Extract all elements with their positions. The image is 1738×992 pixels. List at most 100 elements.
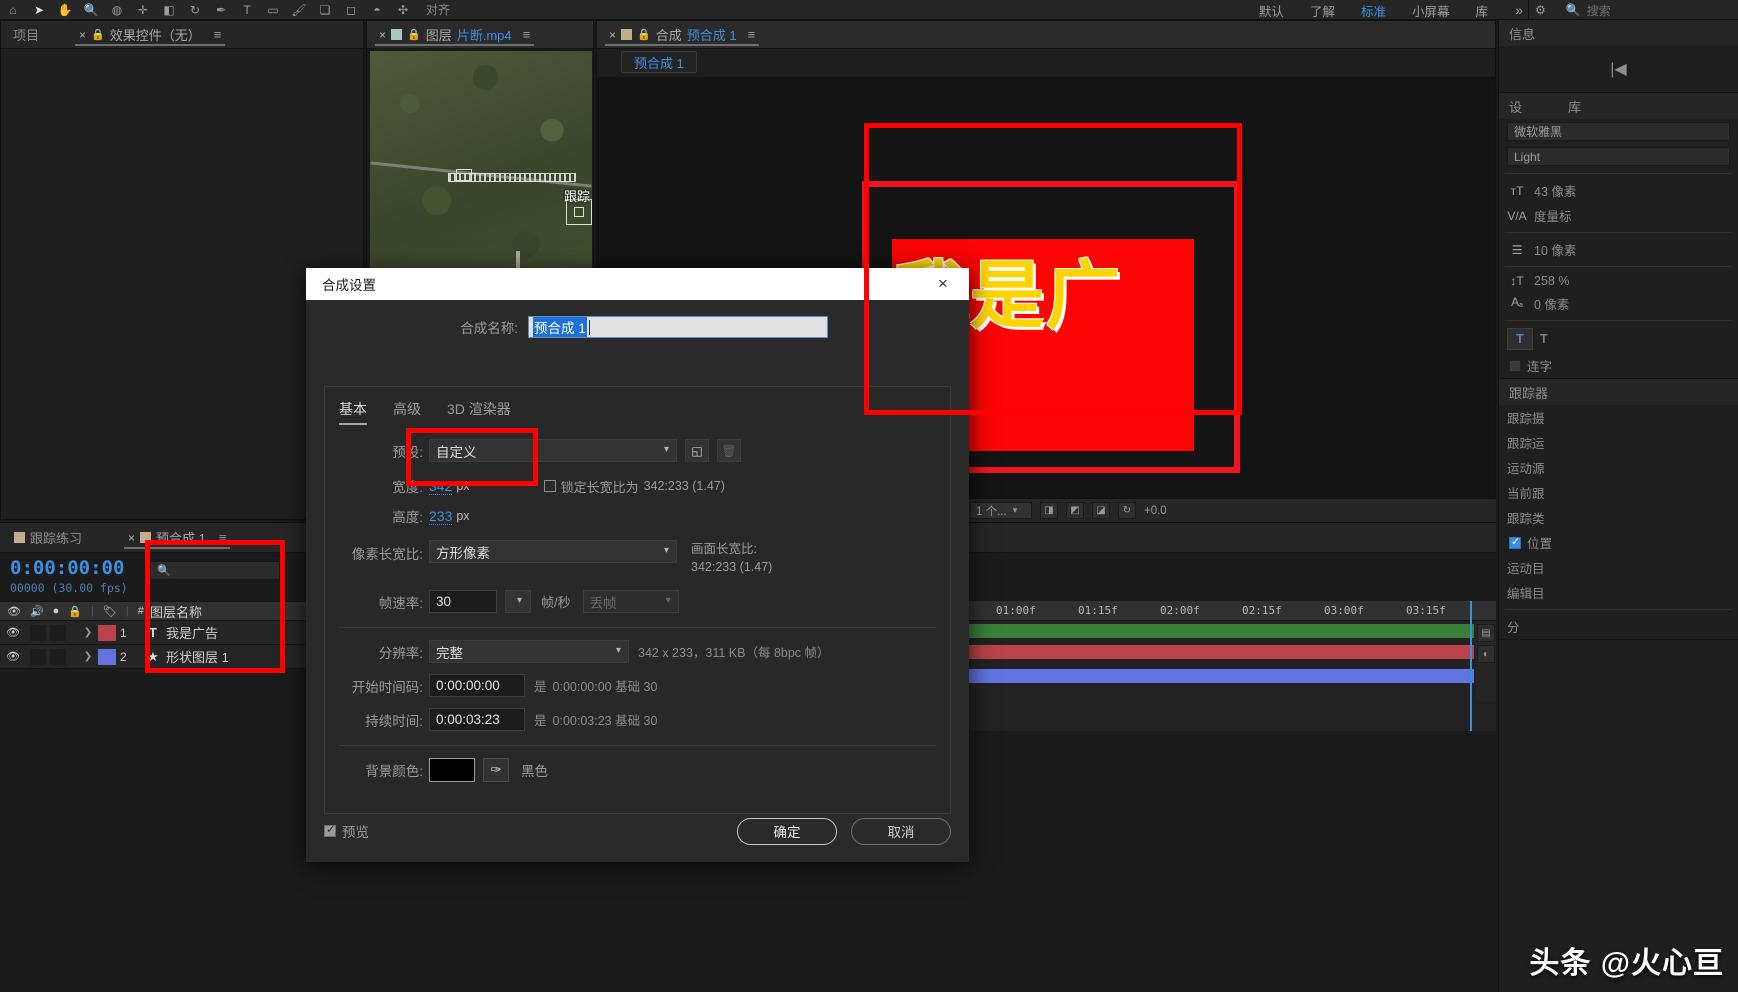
workspace-tab-3[interactable]: 小屏幕 — [1412, 1, 1450, 20]
puppet-icon[interactable]: ✣ — [390, 0, 416, 20]
tracker-row-6[interactable]: 运动目 — [1499, 555, 1738, 580]
label-color-swatch[interactable] — [98, 624, 116, 641]
snapshot-icon[interactable]: ◨ — [1040, 502, 1058, 519]
tab-effect-controls[interactable]: × 🔒 效果控件（无） ≡ — [73, 21, 227, 49]
timeline-tab-tracking[interactable]: 跟踪练习 — [8, 524, 88, 552]
lock-icon[interactable]: 🔒 — [91, 28, 105, 41]
close-icon[interactable]: × — [929, 268, 957, 300]
shape-icon[interactable]: ▭ — [260, 0, 286, 20]
workspace-tab-0[interactable]: 默认 — [1259, 1, 1284, 20]
track-region-inner[interactable] — [574, 207, 584, 217]
layer-search-input[interactable]: 🔍 — [150, 561, 280, 580]
eraser-icon[interactable]: ◻ — [338, 0, 364, 20]
comp-breadcrumb[interactable]: 预合成 1 — [621, 51, 697, 73]
lock-icon[interactable]: 🔒 — [637, 28, 651, 41]
refresh-icon[interactable]: ↻ — [1118, 502, 1136, 519]
layer-panel-tabbar[interactable]: × 🔒 图层 片断.mp4 ≡ — [367, 21, 593, 49]
timeline-tab-precomp[interactable]: × 预合成 1 ≡ — [122, 524, 232, 552]
tab-character[interactable]: 设 — [1509, 97, 1522, 116]
width-value[interactable]: 342 — [429, 478, 453, 495]
pan-icon[interactable]: ✛ — [130, 0, 156, 20]
switch-cells[interactable] — [26, 648, 78, 665]
analyze-row[interactable]: 分 — [1499, 614, 1738, 639]
playhead[interactable] — [1470, 601, 1472, 731]
tracking-value[interactable]: 度量标 — [1534, 206, 1572, 225]
comp-name-input[interactable]: 预合成 1 — [528, 316, 828, 338]
time-ruler[interactable]: 01:00f 01:15f 02:00f 02:15f 03:00f 03:15… — [940, 601, 1496, 621]
close-icon[interactable]: × — [379, 28, 386, 42]
fill-color-icon[interactable]: T — [1507, 328, 1533, 350]
lock-aspect-checkbox[interactable] — [543, 480, 556, 492]
home-icon[interactable]: ⌂ — [0, 0, 26, 20]
panel-menu-icon[interactable]: ≡ — [523, 27, 531, 42]
fill-color-row[interactable]: T T — [1499, 325, 1738, 353]
tracker-row-7[interactable]: 编辑目 — [1499, 580, 1738, 605]
lock-icon[interactable]: 🔒 — [68, 605, 82, 618]
font-style-field[interactable]: Light — [1507, 147, 1730, 166]
font-style-row[interactable]: Light — [1499, 144, 1738, 169]
audio-icon[interactable]: 🔊 — [30, 605, 44, 618]
save-preset-icon[interactable]: ◱ — [685, 439, 709, 462]
chevron-right-icon[interactable]: ❯ — [78, 651, 98, 662]
tracking-row[interactable]: V/A 度量标 — [1499, 203, 1738, 228]
font-size-value[interactable]: 43 像素 — [1534, 181, 1576, 200]
prev-frame-icon[interactable]: |◀ — [1499, 46, 1738, 92]
start-timecode-input[interactable]: 0:00:00:00 — [429, 674, 525, 698]
dolly-icon[interactable]: ◧ — [156, 0, 182, 20]
workspace-tabs[interactable]: 默认 了解 标准 小屏幕 库 — [1259, 0, 1488, 20]
text-icon[interactable]: T — [234, 0, 260, 20]
leading-value[interactable]: 10 像素 — [1534, 240, 1576, 259]
label-icon[interactable]: 🏷 — [103, 605, 117, 618]
trash-icon[interactable]: 🗑 — [717, 439, 741, 462]
close-icon[interactable]: × — [79, 28, 86, 42]
tracker-row-0[interactable]: 跟踪摄 — [1499, 405, 1738, 430]
cursor-icon[interactable]: ➤ — [26, 0, 52, 20]
tab-advanced[interactable]: 高级 — [393, 399, 421, 425]
tracker-position-row[interactable]: 位置 — [1499, 530, 1738, 555]
position-checkbox[interactable] — [1509, 535, 1521, 549]
framerate-dropdown[interactable]: ▾ — [505, 590, 531, 614]
resolution-dropdown[interactable]: 完整 ▾ — [429, 640, 629, 664]
switch-cells[interactable] — [26, 624, 78, 641]
hand-icon[interactable]: ✋ — [52, 0, 78, 20]
composition-settings-dialog[interactable]: 合成设置 × 合成名称: 预合成 1 基本 高级 3D 渲染器 预设: 自定义 … — [306, 268, 969, 862]
close-icon[interactable]: × — [609, 28, 616, 42]
ok-button[interactable]: 确定 — [737, 817, 837, 845]
ligature-row[interactable]: 连字 — [1499, 353, 1738, 378]
framerate-input[interactable]: 30 — [429, 590, 497, 614]
tracker-row-2[interactable]: 运动源 — [1499, 455, 1738, 480]
workspace-settings-icon[interactable]: ⚙ — [1535, 3, 1546, 17]
rotate-icon[interactable]: ↻ — [182, 0, 208, 20]
comp-panel-tabbar[interactable]: × 🔒 合成 预合成 1 ≡ — [597, 21, 1495, 49]
duration-input[interactable]: 0:00:03:23 — [429, 708, 525, 732]
tab-composition[interactable]: × 🔒 合成 预合成 1 ≡ — [603, 21, 761, 49]
leading-row[interactable]: ☰ 10 像素 — [1499, 237, 1738, 262]
dialog-tabs[interactable]: 基本 高级 3D 渲染器 — [325, 387, 950, 425]
tab-project[interactable]: 项目 — [7, 21, 45, 49]
pen-icon[interactable]: ✒ — [208, 0, 234, 20]
timecode-value[interactable]: 0:00:00:00 — [10, 557, 140, 579]
track-point-inner[interactable] — [456, 169, 472, 181]
baseline-shift-value[interactable]: 0 像素 — [1534, 294, 1569, 313]
tracker-row-4[interactable]: 跟踪类 — [1499, 505, 1738, 530]
panel-menu-icon[interactable]: ≡ — [219, 530, 227, 545]
brush-icon[interactable]: 🖌 — [286, 0, 312, 20]
layer-duration-bar[interactable] — [942, 645, 1474, 659]
dropframe-dropdown[interactable]: 丢帧 ▾ — [582, 590, 679, 614]
layer-duration-bar[interactable] — [942, 669, 1474, 683]
transparency-icon[interactable]: ◪ — [1092, 502, 1110, 519]
panel-menu-icon[interactable]: ≡ — [748, 27, 756, 42]
search-icon[interactable]: 🔍 — [1566, 3, 1581, 17]
solo-icon[interactable]: ● — [53, 605, 60, 617]
roto-icon[interactable]: ◓ — [364, 0, 390, 20]
vertical-scale-value[interactable]: 258 % — [1534, 274, 1569, 288]
pixel-aspect-dropdown[interactable]: 方形像素 ▾ — [429, 540, 677, 563]
ligature-checkbox[interactable] — [1509, 359, 1521, 372]
stroke-color-icon[interactable]: T — [1540, 332, 1548, 346]
tracker-row-1[interactable]: 跟踪运 — [1499, 430, 1738, 455]
height-value[interactable]: 233 — [429, 508, 453, 525]
channel-icon[interactable]: ◩ — [1066, 502, 1084, 519]
timeline-side-buttons[interactable]: ▤ ◐ — [1476, 621, 1496, 701]
preset-dropdown[interactable]: 自定义 ▾ — [429, 439, 677, 462]
clone-icon[interactable]: ❏ — [312, 0, 338, 20]
